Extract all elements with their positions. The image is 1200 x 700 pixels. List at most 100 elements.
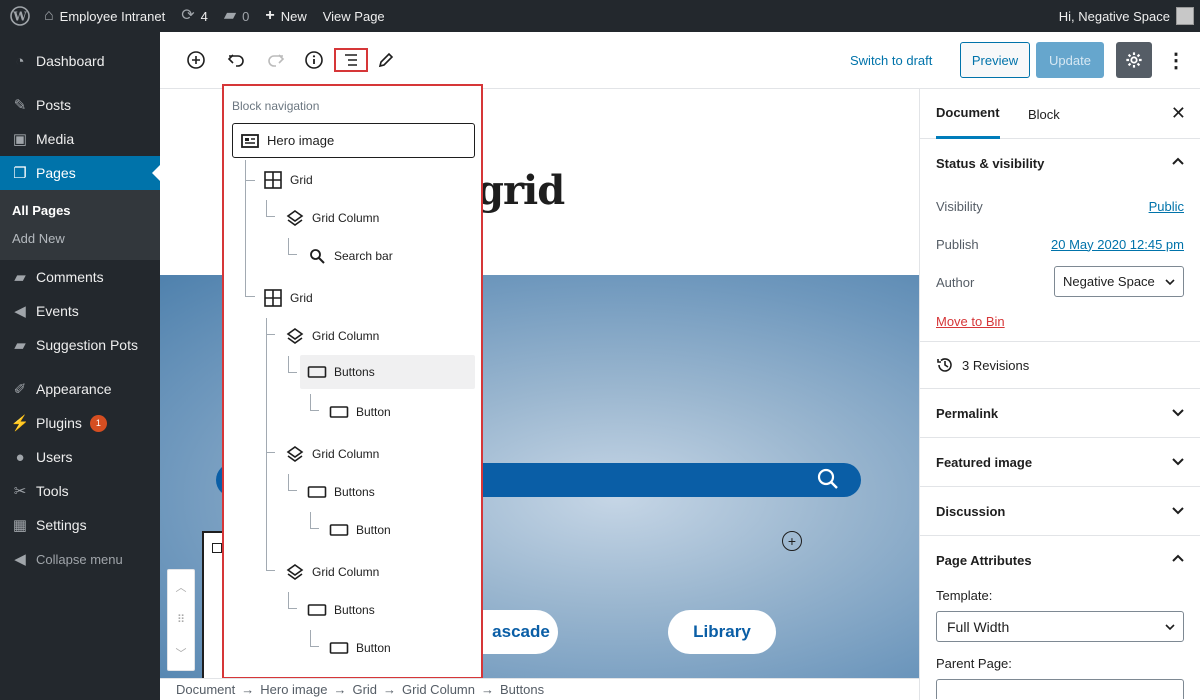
breadcrumb-buttons[interactable]: Buttons [500,682,544,697]
collapse-menu-button[interactable]: ◀ Collapse menu [0,542,160,576]
update-button[interactable]: Update [1036,42,1104,78]
tree-line [245,296,255,297]
breadcrumb-grid-column[interactable]: Grid Column [402,682,475,697]
tab-block[interactable]: Block [1028,89,1060,139]
block-nav-item-buttons[interactable]: Buttons [306,593,375,627]
block-nav-item-buttons[interactable]: Buttons [306,475,375,509]
tree-line [245,180,255,181]
panel-title: Status & visibility [936,155,1045,171]
breadcrumb-grid[interactable]: Grid [352,682,377,697]
panel-toggle-page-attributes[interactable]: Page Attributes [920,536,1200,584]
panel-revisions: 3 Revisions [920,342,1200,389]
block-nav-item-button[interactable]: Button [328,631,391,665]
revisions-link[interactable]: 3 Revisions [920,342,1200,388]
sidebar-item-events[interactable]: ◀ Events [0,294,160,328]
add-circle-icon [187,51,205,69]
panel-toggle-permalink[interactable]: Permalink [920,389,1200,437]
content-info-button[interactable] [300,46,328,74]
site-name-link[interactable]: ⌂ Employee Intranet [36,0,173,32]
block-nav-item-grid-column[interactable]: Grid Column [284,555,379,589]
add-block-inline-icon[interactable]: + [782,531,802,551]
new-content-link[interactable]: + New [257,0,314,32]
account-menu[interactable]: Hi, Negative Space [1051,0,1200,32]
drag-handle-icon[interactable]: ⠿ [177,613,185,626]
block-nav-item-grid[interactable]: Grid [262,281,313,315]
hero-button-library[interactable]: Library [668,610,776,654]
chevron-down-icon [1172,507,1184,515]
comment-icon: ▰ [14,337,26,354]
sidebar-item-plugins[interactable]: ⚡ Plugins 1 [0,406,160,440]
sidebar-item-label: Pages [36,165,76,181]
block-nav-item-search-bar[interactable]: Search bar [306,239,393,273]
switch-to-draft-link[interactable]: Switch to draft [850,53,932,68]
block-nav-item-grid-column[interactable]: Grid Column [284,437,379,471]
block-nav-item-buttons-selected[interactable]: Buttons [300,355,475,389]
block-nav-item-button[interactable]: Button [328,395,391,429]
updates-link[interactable]: ⟳ 4 [173,0,216,32]
comments-link[interactable]: ▰ 0 [216,0,258,32]
tree-line [310,512,311,528]
move-to-bin-link[interactable]: Move to Bin [936,314,1005,329]
pages-icon: ❐ [13,165,27,182]
breadcrumb-hero-image[interactable]: Hero image [260,682,327,697]
block-mover[interactable]: ︿ ⠿ ﹀ [167,569,195,671]
sidebar-item-tools[interactable]: ✂ Tools [0,474,160,508]
edit-mode-button[interactable] [372,46,400,74]
site-name: Employee Intranet [59,8,166,24]
sidebar-item-label: Posts [36,97,72,113]
block-nav-label: Search bar [334,249,393,263]
close-icon[interactable]: ✕ [1171,103,1186,124]
block-nav-item-grid[interactable]: Grid [262,163,313,197]
submenu-add-new[interactable]: Add New [0,224,160,252]
sidebar-item-posts[interactable]: ✎ Posts [0,88,160,122]
sidebar-item-comments[interactable]: ▰ Comments [0,260,160,294]
panel-toggle-discussion[interactable]: Discussion [920,487,1200,535]
chevron-down-icon[interactable]: ﹀ [176,645,187,661]
breadcrumb-document[interactable]: Document [176,682,235,697]
sidebar-item-dashboard[interactable]: ◔ Dashboard [0,44,160,78]
sidebar-item-media[interactable]: ▣ Media [0,122,160,156]
tree-line [310,630,311,646]
parent-page-select[interactable] [936,679,1184,699]
panel-toggle-status-visibility[interactable]: Status & visibility [920,139,1200,187]
view-page-link[interactable]: View Page [315,0,393,32]
block-navigation-button[interactable] [334,48,368,72]
cover-image-icon [239,133,261,149]
template-select[interactable]: Full Width [936,611,1184,642]
block-nav-item-grid-column[interactable]: Grid Column [284,319,379,353]
chevron-up-icon[interactable]: ︿ [176,579,187,595]
block-nav-item-hero-image[interactable]: Hero image [232,123,475,158]
visibility-value-link[interactable]: Public [1149,199,1184,214]
sidebar-item-settings[interactable]: ▦ Settings [0,508,160,542]
add-block-button[interactable] [182,46,210,74]
sidebar-item-users[interactable]: ● Users [0,440,160,474]
panel-toggle-featured-image[interactable]: Featured image [920,438,1200,486]
user-icon: ● [15,448,25,466]
block-nav-label: Grid [290,291,313,305]
greeting: Hi, Negative Space [1058,8,1170,24]
publish-label: Publish [936,236,979,252]
wordpress-logo-icon[interactable]: W [4,0,36,32]
tree-line [310,528,319,529]
button-icon [306,365,328,379]
undo-button[interactable] [222,46,250,74]
redo-button[interactable] [262,46,290,74]
block-nav-label: Buttons [334,485,375,499]
settings-toggle-button[interactable] [1116,42,1152,78]
tree-line [266,452,275,453]
tab-document[interactable]: Document [936,89,1000,139]
sidebar-item-suggestion-pots[interactable]: ▰ Suggestion Pots [0,328,160,362]
block-nav-item-grid-column[interactable]: Grid Column [284,201,379,235]
submenu-all-pages[interactable]: All Pages [0,196,160,224]
preview-button[interactable]: Preview [960,42,1030,78]
publish-date-link[interactable]: 20 May 2020 12:45 pm [1051,237,1184,252]
list-view-icon [345,54,357,66]
sidebar-item-label: Comments [36,269,104,285]
sidebar-item-appearance[interactable]: ✐ Appearance [0,372,160,406]
block-nav-item-button[interactable]: Button [328,513,391,547]
author-select[interactable]: Negative Space [1054,266,1184,297]
sidebar-item-pages[interactable]: ❐ Pages [0,156,160,190]
more-options-button[interactable]: ⋮ [1164,46,1188,74]
panel-title: Permalink [936,405,999,421]
tree-line [288,372,297,373]
